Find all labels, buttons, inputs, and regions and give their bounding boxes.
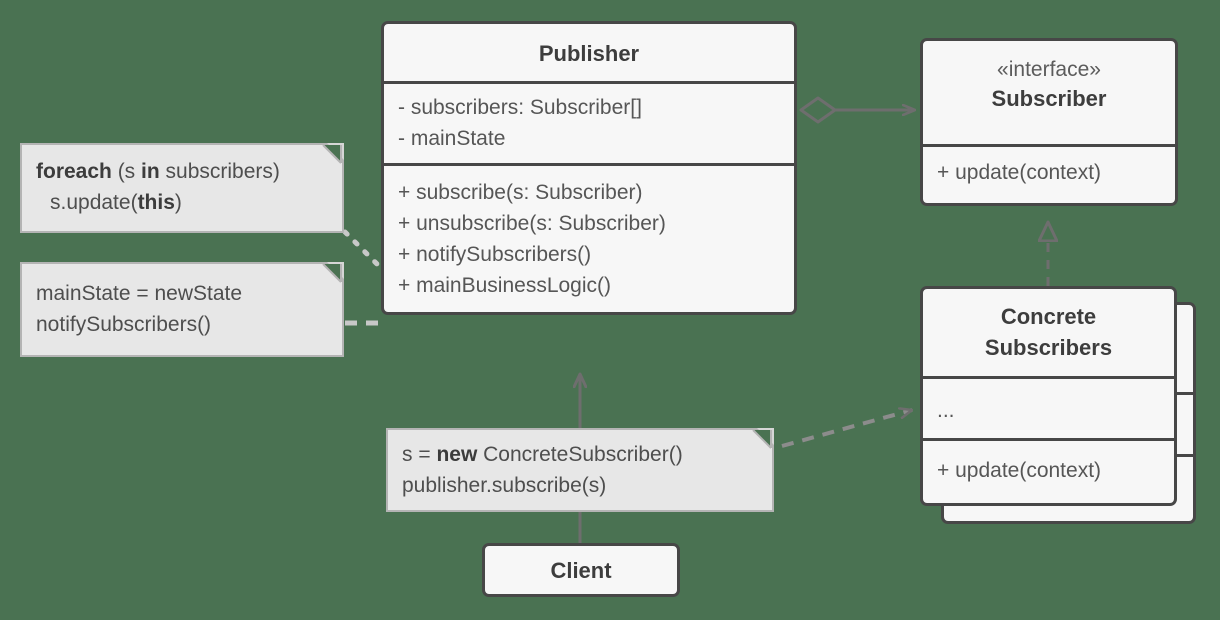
class-box-subscriber[interactable]: «interface» Subscriber + update(context) <box>920 38 1178 206</box>
note-foreach-l2-p1: s.update( <box>50 191 138 214</box>
subscriber-title: «interface» Subscriber <box>923 41 1175 147</box>
note-fold-icon <box>327 262 344 279</box>
note-client-code-line2: publisher.subscribe(s) <box>402 474 607 497</box>
publisher-methods: + subscribe(s: Subscriber) + unsubscribe… <box>384 166 794 312</box>
publisher-method: + mainBusinessLogic() <box>398 274 612 297</box>
uml-diagram-canvas: Publisher - subscribers: Subscriber[] - … <box>0 0 1220 620</box>
note-foreach-line1: foreach (s in subscribers) <box>36 156 328 187</box>
subscriber-name: Subscriber <box>991 86 1107 111</box>
note-anchor-foreach <box>342 229 381 268</box>
note-main-state-line1: mainState = newState <box>36 282 243 305</box>
subscriber-methods: + update(context) <box>923 147 1175 203</box>
concrete-subscribers-title-line2: Subscribers <box>984 335 1113 360</box>
subscriber-method: + update(context) <box>937 161 1102 184</box>
publisher-field: - mainState <box>398 127 506 150</box>
note-fold-icon <box>327 143 344 160</box>
publisher-title: Publisher <box>384 24 794 84</box>
note-client-code-line1: s = new ConcreteSubscriber() <box>402 439 758 470</box>
class-box-publisher[interactable]: Publisher - subscribers: Subscriber[] - … <box>381 21 797 315</box>
class-box-client[interactable]: Client <box>482 543 680 597</box>
concrete-subscribers-methods: + update(context) <box>923 441 1174 503</box>
publisher-method: + unsubscribe(s: Subscriber) <box>398 212 666 235</box>
publisher-field: - subscribers: Subscriber[] <box>398 96 642 119</box>
concrete-subscribers-field: ... <box>937 399 955 422</box>
note-foreach-kw-this: this <box>137 191 175 214</box>
note-main-state: mainState = newState notifySubscribers() <box>20 262 344 357</box>
class-box-concrete-subscribers[interactable]: Concrete Subscribers ... + update(contex… <box>920 286 1177 506</box>
note-foreach-kw-in: in <box>141 160 160 183</box>
concrete-subscribers-method: + update(context) <box>937 459 1102 482</box>
note-client-l1-p2: ConcreteSubscriber() <box>477 443 683 466</box>
note-foreach-l1-p2: subscribers) <box>159 160 280 183</box>
client-title: Client <box>550 558 612 583</box>
note-client-code-body: s = new ConcreteSubscriber() publisher.s… <box>388 430 772 513</box>
concrete-subscribers-title: Concrete Subscribers <box>923 289 1174 379</box>
note-foreach: foreach (s in subscribers) s.update(this… <box>20 143 344 233</box>
note-foreach-l1-p1: (s <box>111 160 142 183</box>
concrete-subscribers-title-line1: Concrete <box>1000 304 1097 329</box>
note-client-l1-p1: s = <box>402 443 437 466</box>
note-fold-icon <box>757 428 774 445</box>
relation-client-note-to-concrete <box>781 410 912 448</box>
note-client-code: s = new ConcreteSubscriber() publisher.s… <box>386 428 774 512</box>
note-main-state-body: mainState = newState notifySubscribers() <box>22 264 342 352</box>
relation-publisher-aggregates-subscriber <box>799 96 915 124</box>
publisher-method: + subscribe(s: Subscriber) <box>398 181 643 204</box>
note-main-state-line2: notifySubscribers() <box>36 313 212 336</box>
concrete-subscribers-fields: ... <box>923 379 1174 441</box>
note-client-kw-new: new <box>436 443 478 466</box>
note-foreach-body: foreach (s in subscribers) s.update(this… <box>22 145 342 230</box>
note-foreach-line2: s.update(this) <box>36 187 328 218</box>
note-foreach-kw-foreach: foreach <box>36 160 112 183</box>
publisher-method: + notifySubscribers() <box>398 243 592 266</box>
publisher-fields: - subscribers: Subscriber[] - mainState <box>384 84 794 166</box>
note-foreach-l2-p2: ) <box>174 191 182 214</box>
subscriber-stereotype: «interface» <box>997 58 1101 81</box>
